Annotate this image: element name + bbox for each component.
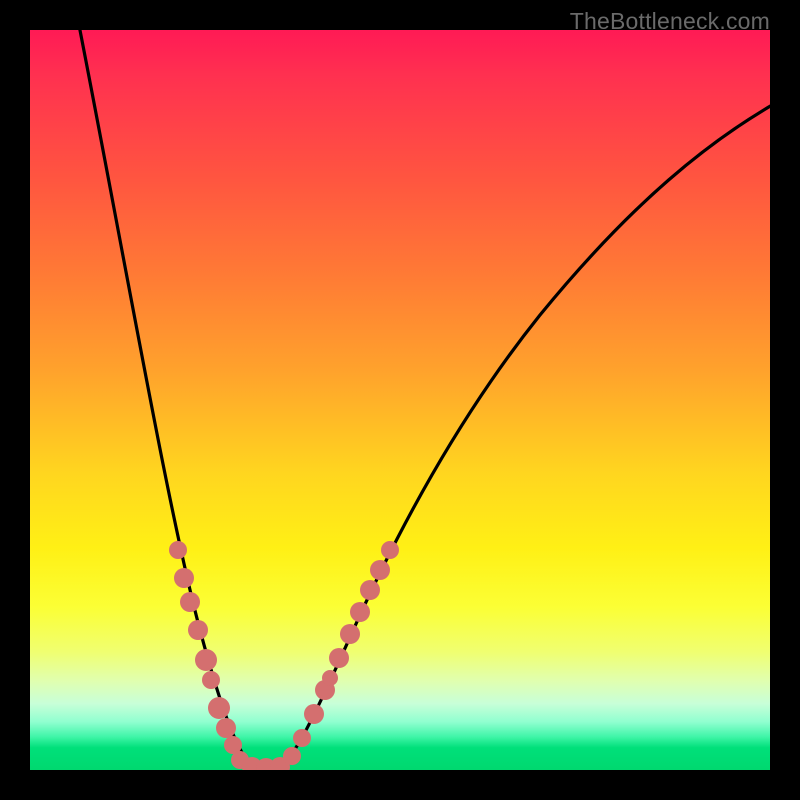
data-dot: [208, 697, 230, 719]
data-dot: [304, 704, 324, 724]
data-dot: [322, 670, 338, 686]
data-dot: [293, 729, 311, 747]
curve-group: [78, 30, 770, 767]
curve-right-branch: [280, 95, 770, 767]
data-dot: [188, 620, 208, 640]
data-dot: [381, 541, 399, 559]
dot-group: [169, 541, 399, 770]
data-dot: [174, 568, 194, 588]
chart-overlay: [30, 30, 770, 770]
curve-left-branch: [78, 30, 252, 767]
data-dot: [329, 648, 349, 668]
data-dot: [350, 602, 370, 622]
data-dot: [360, 580, 380, 600]
data-dot: [370, 560, 390, 580]
data-dot: [195, 649, 217, 671]
watermark-text: TheBottleneck.com: [570, 8, 770, 35]
data-dot: [202, 671, 220, 689]
data-dot: [216, 718, 236, 738]
data-dot: [340, 624, 360, 644]
data-dot: [180, 592, 200, 612]
data-dot: [169, 541, 187, 559]
data-dot: [283, 747, 301, 765]
chart-frame: [30, 30, 770, 770]
